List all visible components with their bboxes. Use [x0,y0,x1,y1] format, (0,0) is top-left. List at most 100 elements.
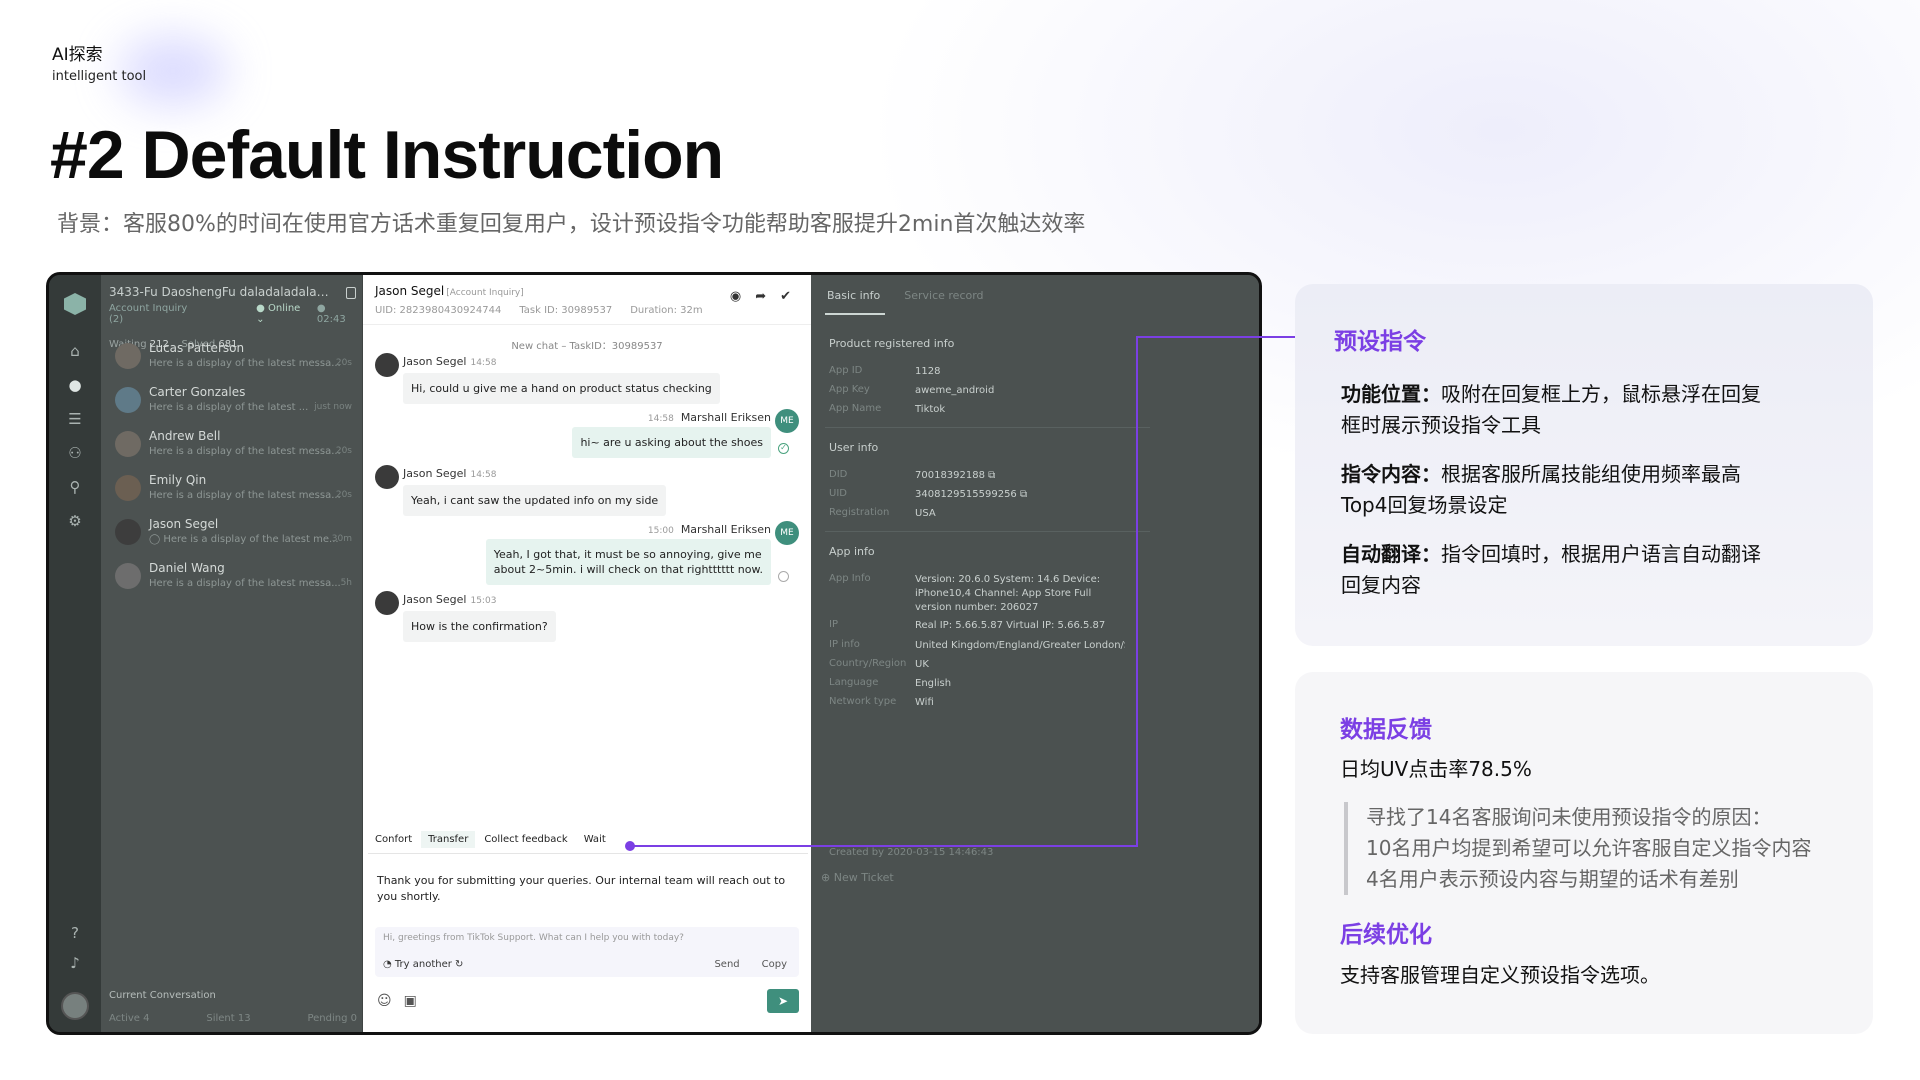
chat-icon[interactable]: ● [65,375,85,395]
system-message: New chat – TaskID：30989537 [511,341,663,352]
message-bubble: Yeah, i cant saw the updated info on my … [403,485,667,516]
app-window: ⌂ ● ☰ ⚇ ⚲ ⚙ ? ♪ 3433-Fu DaoshengFu dalad… [46,272,1262,1035]
contact-name: Jason Segel [149,517,219,531]
online-status-dropdown[interactable]: ● Online ⌄ [256,303,307,325]
contact-name: Daniel Wang [149,561,225,575]
session-timer: ● 02:43 [316,303,346,325]
avatar [375,591,399,615]
list-item[interactable]: Andrew Bell Here is a display of the lat… [111,425,356,471]
silent-count[interactable]: Silent 13 [206,1013,250,1024]
agent-avatar: ME [775,409,799,433]
chat-panel: Jason Segel [Account Inquiry] UID: 282398… [363,275,811,1032]
divider [368,853,808,854]
list-item[interactable]: Daniel Wang Here is a display of the lat… [111,557,356,603]
location-icon[interactable]: ⚲ [65,477,85,497]
info-row: App Name Tiktok [829,403,946,415]
send-suggestion-button[interactable]: Send [714,959,739,970]
product-info-title: Product registered info [829,337,955,350]
avatar [115,519,141,545]
info-panel: Basic info Service record Product regist… [811,275,1259,1032]
emoji-icon[interactable]: ☺ [377,993,392,1009]
info-row: Network type Wifi [829,696,934,708]
tab-service-record[interactable]: Service record [904,289,983,302]
message-time: just now [314,402,352,412]
preset-transfer[interactable]: Transfer [421,831,476,848]
user-avatar[interactable] [61,992,89,1020]
list-icon[interactable]: ☰ [65,409,85,429]
user-info-title: User info [829,441,879,454]
brand: AI探索 intelligent tool [52,40,146,84]
active-count[interactable]: Active 4 [109,1013,149,1024]
bot-icon: ◔ [383,959,392,970]
divider [825,427,1150,428]
message-preview: Here is a display of the latest messa... [149,446,341,457]
app-info-title: App info [829,545,875,558]
copy-suggestion-button[interactable]: Copy [762,959,787,970]
feature-content-text: 指令内容：根据客服所属技能组使用频率最高Top4回复场景设定 [1341,462,1741,517]
chat-header: Jason Segel [Account Inquiry] UID: 282398… [363,275,811,325]
list-item[interactable]: Lucas Patterson Here is a display of the… [111,337,356,383]
contact-name: Lucas Patterson [149,341,245,355]
agent-avatar: ME [775,521,799,545]
workspace-title: 3433-Fu DaoshengFu daladaladalada... [109,285,329,299]
info-row: IP info United Kingdom/England/Greater Lo… [829,639,1125,651]
left-nav: ⌂ ● ☰ ⚇ ⚲ ⚙ ? ♪ [49,275,101,1032]
conversation-list: 3433-Fu DaoshengFu daladaladalada... Acc… [101,275,363,1032]
info-row: App Info Version: 20.6.0 System: 14.6 Dev… [829,573,1101,613]
pending-status-icon [778,571,789,582]
research-quote: 寻找了14名客服询问未使用预设指令的原因： 10名用户均提到希望可以允许客服自定… [1344,802,1864,895]
help-icon[interactable]: ? [65,923,85,943]
info-row: UID 3408129515599256 ⧉ [829,488,1028,500]
chat-uid: UID: 2823980430924744 [375,305,502,316]
reply-input[interactable]: Thank you for submitting your queries. O… [377,873,797,905]
footer-title: Current Conversation [109,990,216,1001]
send-icon: ➤ [777,994,789,1008]
contact-name: Andrew Bell [149,429,221,443]
chat-contact-name: Jason Segel [375,284,445,298]
message-bubble: hi~ are u asking about the shoes [572,427,771,458]
forward-icon[interactable]: ➦ [755,289,766,304]
list-item[interactable]: Carter Gonzales Here is a display of the… [111,381,356,427]
message-bubble: Yeah, I got that, it must be so annoying… [485,539,771,585]
message-time: 20s [335,446,352,456]
list-item[interactable]: Jason Segel ◯ Here is a display of the l… [111,513,356,559]
avatar [115,563,141,589]
message-time: 30m [331,534,352,544]
list-item[interactable]: Emily Qin Here is a display of the lates… [111,469,356,515]
bell-icon[interactable]: ♪ [65,953,85,973]
send-button[interactable]: ➤ [767,989,799,1013]
page-title: #2 Default Instruction [50,117,724,193]
avatar [375,353,399,377]
info-row: IP Real IP: 5.66.5.87 Virtual IP: 5.66.5.… [829,619,1106,631]
message-preview: ◯ Here is a display of the latest me... [149,534,339,545]
chat-duration: Duration: 32m [630,305,703,316]
image-icon[interactable]: ▣ [404,993,417,1009]
try-another-button[interactable]: ◔ Try another ↻ [383,959,463,970]
chat-task-id: Task ID: 30989537 [519,305,613,316]
users-icon[interactable]: ⚇ [65,443,85,463]
info-row: App ID 1128 [829,365,941,377]
preset-collect-feedback[interactable]: Collect feedback [477,831,575,848]
new-ticket-button[interactable]: ⊕ New Ticket [821,871,894,884]
feature-position-text: 功能位置：吸附在回复框上方，鼠标悬浮在回复框时展示预设指令工具 [1341,382,1761,437]
active-tab-indicator [825,313,885,315]
settings-icon[interactable]: ⚙ [65,511,85,531]
pending-count[interactable]: Pending 0 [307,1013,357,1024]
current-conversation-summary: Current Conversation Active 4 Silent 13 … [109,990,357,1024]
ai-suggestion-box: Hi, greetings from TikTok Support. What … [375,927,799,977]
home-icon[interactable]: ⌂ [65,341,85,361]
tab-basic-info[interactable]: Basic info [827,289,880,302]
page-subtitle: 背景：客服80%的时间在使用官方话术重复回复用户，设计预设指令功能帮助客服提升2… [57,212,1086,237]
document-icon[interactable] [346,287,356,299]
card-title-data: 数据反馈 [1340,717,1432,743]
contact-name: Carter Gonzales [149,385,246,399]
brand-cn: AI探索 [52,45,103,65]
preset-confort[interactable]: Confort [368,831,420,848]
preset-instruction-bar: Confort Transfer Collect feedback Wait [368,831,613,848]
resolve-icon[interactable]: ✔ [780,289,791,304]
preset-wait[interactable]: Wait [576,831,613,848]
card-title-next: 后续优化 [1340,922,1432,948]
message-preview: Here is a display of the latest messa... [149,358,341,369]
translate-icon[interactable]: ◉ [730,289,741,304]
read-check-icon: ✓ [778,443,789,454]
